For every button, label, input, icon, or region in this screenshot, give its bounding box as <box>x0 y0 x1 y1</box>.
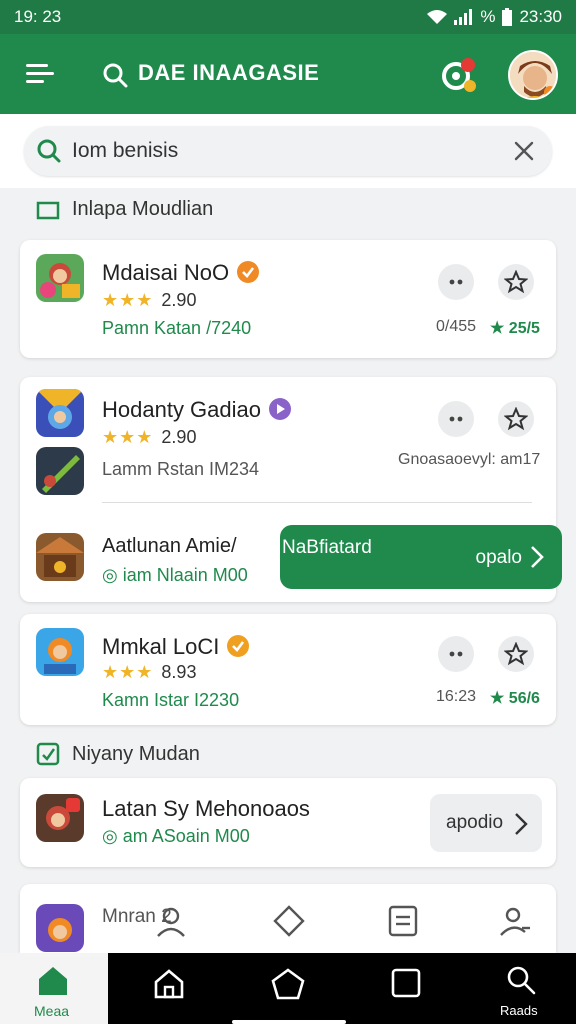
app-name: Mmkal LoCI <box>102 634 250 660</box>
app-card[interactable]: Mdaisai NoO ★★★ 2.90 Pamn Katan /7240 0/4… <box>20 240 556 358</box>
app-icon <box>36 904 84 952</box>
app-icon <box>36 794 84 842</box>
favorite-button[interactable] <box>498 264 534 300</box>
folder-icon <box>36 201 60 219</box>
app-card[interactable]: Mmkal LoCI ★★★ 8.93 Kamn Istar I2230 16:2… <box>20 614 556 725</box>
notification-icon[interactable] <box>440 56 480 96</box>
app-meta: 16:23 <box>436 688 477 705</box>
app-icon <box>36 389 84 437</box>
app-icon <box>36 447 84 495</box>
star-rating-icon: ★★★ <box>102 427 154 447</box>
favorite-button[interactable] <box>498 636 534 672</box>
search-input[interactable] <box>72 135 492 167</box>
app-subtitle: Kamn Istar I2230 <box>102 690 240 710</box>
search-bar[interactable] <box>24 126 552 176</box>
open-button[interactable]: apodio <box>430 794 542 852</box>
app-card[interactable]: Latan Sy Mehonoaos ◎ am ASoain M00 apodi… <box>20 778 556 867</box>
more-dots-icon <box>449 651 463 657</box>
battery-percent: % <box>480 7 496 26</box>
chevron-right-icon <box>515 813 528 835</box>
more-button[interactable] <box>438 264 474 300</box>
app-name: Hodanty Gadiao <box>102 397 291 423</box>
app-subtitle: ◎ am ASoain M00 <box>102 826 250 846</box>
section-title: Niyany Mudan <box>72 742 200 765</box>
search-icon[interactable] <box>102 62 128 88</box>
verified-badge-icon <box>237 261 260 283</box>
square-icon[interactable] <box>390 967 422 999</box>
more-button[interactable] <box>438 636 474 672</box>
app-subtitle: Lamm Rstan IM234 <box>102 459 260 479</box>
nav-home-label: Meaa <box>34 1003 70 1019</box>
home-icon <box>39 967 67 995</box>
section-header: Inlapa Moudlian <box>36 198 213 221</box>
gesture-bar <box>232 1020 346 1024</box>
app-score: ★ 56/6 <box>490 690 540 707</box>
user-icon[interactable] <box>498 904 532 938</box>
app-icon <box>36 533 84 581</box>
app-name: Mdaisai NoO <box>102 260 260 286</box>
star-icon <box>504 642 528 666</box>
profile-icon[interactable] <box>154 904 188 938</box>
open-button[interactable]: NaBfiatard opalo <box>280 525 562 589</box>
app-rating: ★★★ 2.90 <box>102 427 197 447</box>
app-meta: Gnoasaoevyl: am17 <box>398 451 541 468</box>
nav-search-label: Raads <box>500 1003 538 1018</box>
close-icon[interactable] <box>512 139 536 163</box>
app-name: Latan Sy Mehonoaos <box>102 796 310 821</box>
star-rating-icon: ★★★ <box>102 290 154 310</box>
app-rating: ★★★ 8.93 <box>102 662 197 682</box>
divider <box>102 502 532 503</box>
nav-home-tab[interactable]: Meaa <box>0 953 108 1024</box>
chevron-right-icon <box>531 546 544 568</box>
checkbox-icon <box>36 742 60 766</box>
play-badge-icon <box>269 398 291 420</box>
app-subtitle: Pamn Katan /7240 <box>102 318 252 338</box>
star-icon <box>504 407 528 431</box>
status-clock: 23:30 <box>519 7 562 26</box>
section-title: Inlapa Moudlian <box>72 198 214 220</box>
app-score: ★ 25/5 <box>490 320 540 337</box>
app-icon <box>36 628 84 676</box>
app-icon <box>36 254 84 302</box>
home-outline-icon[interactable] <box>152 967 186 1001</box>
status-time: 19: 23 <box>14 7 62 26</box>
app-rating: ★★★ 2.90 <box>102 290 197 310</box>
more-button[interactable] <box>438 401 474 437</box>
favorite-button[interactable] <box>498 401 534 437</box>
menu-icon[interactable] <box>26 64 54 84</box>
app-meta: 0/455 <box>436 318 477 335</box>
search-field-icon <box>37 139 61 163</box>
verified-badge-icon <box>227 635 250 657</box>
bottom-navigation: Meaa Raads <box>0 953 576 1024</box>
diamond-icon[interactable] <box>272 904 306 938</box>
app-bar: DAE INAAGASIE <box>0 34 576 114</box>
avatar[interactable] <box>508 50 558 100</box>
app-name: Aatlunan Amie/ <box>102 535 237 557</box>
wifi-icon <box>427 10 448 24</box>
app-card-group: Hodanty Gadiao ★★★ 2.90 Lamm Rstan IM234 … <box>20 377 562 602</box>
app-card[interactable]: Mnran 2 <box>20 884 556 953</box>
more-dots-icon <box>449 416 463 422</box>
app-title: DAE INAAGASIE <box>138 60 320 85</box>
section-header: Niyany Mudan <box>36 742 200 766</box>
document-icon[interactable] <box>386 904 420 938</box>
star-rating-icon: ★★★ <box>102 662 154 682</box>
battery-icon <box>502 8 513 26</box>
status-bar: 19: 23 % 23:30 <box>0 0 576 34</box>
more-dots-icon <box>449 279 463 285</box>
app-subtitle: ◎ iam Nlaain M00 <box>102 565 248 585</box>
pentagon-icon[interactable] <box>270 967 306 1001</box>
star-icon <box>504 270 528 294</box>
signal-icon <box>454 9 473 25</box>
search-nav-icon[interactable] <box>506 965 536 995</box>
